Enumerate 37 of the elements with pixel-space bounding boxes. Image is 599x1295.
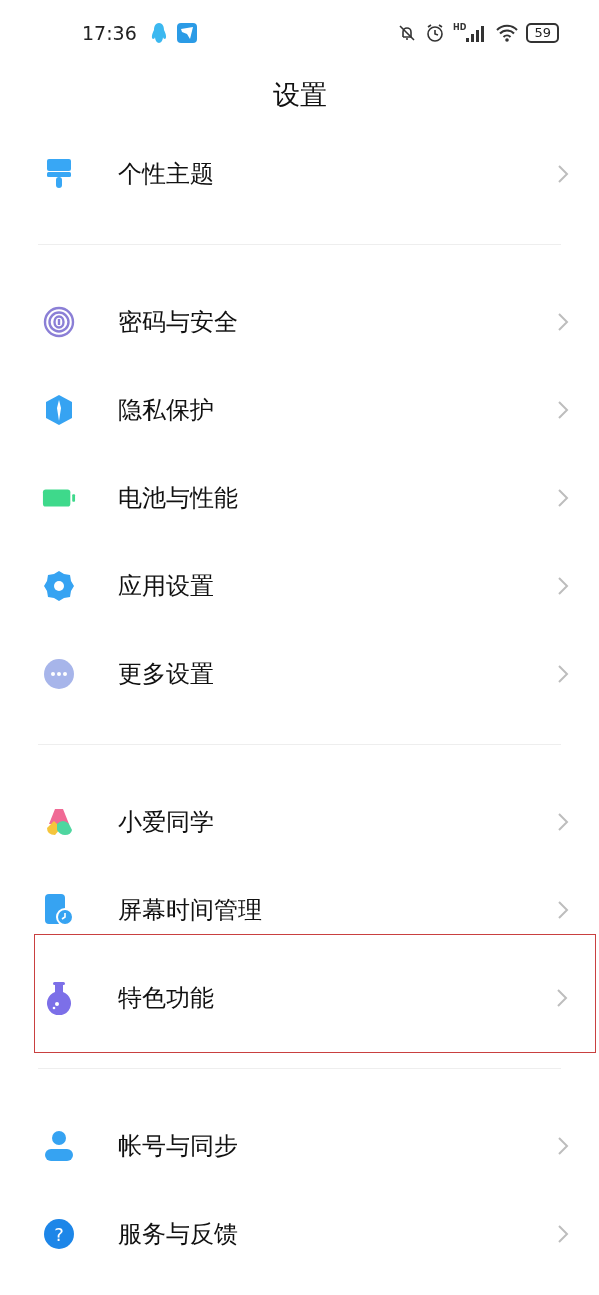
settings-item[interactable]: 密码与安全 [0,278,599,366]
settings-item[interactable]: 帐号与同步 [0,1102,599,1190]
chevron-icon [557,1136,569,1156]
chevron-icon [556,988,568,1008]
gear-icon [43,570,75,602]
battery-icon [42,487,76,509]
chevron-icon [557,812,569,832]
alarm-icon [425,23,446,43]
chevron-icon [557,400,569,420]
chevron-icon [557,664,569,684]
fingerprint-icon [43,306,75,338]
settings-item[interactable]: 特色功能 [34,934,596,1053]
settings-item[interactable]: ? 服务与反馈 [0,1190,599,1278]
settings-item[interactable]: 电池与性能 [0,454,599,542]
chevron-icon [557,1224,569,1244]
chevron-icon [557,312,569,332]
status-time: 17:36 [82,22,137,44]
app-icon [176,23,197,43]
page-title: 设置 [271,78,328,112]
settings-item[interactable]: 个性主题 [0,130,599,218]
person-icon [43,1130,75,1162]
help-icon: ? [44,1219,74,1249]
chevron-icon [557,576,569,596]
more-icon [43,658,75,690]
settings-item[interactable]: 更多设置 [0,630,599,718]
battery-indicator: 59 [526,23,559,43]
wifi-icon [496,24,519,42]
settings-item[interactable]: 隐私保护 [0,366,599,454]
settings-item[interactable]: 小爱同学 [0,778,599,866]
shield-icon [43,394,75,426]
phone-clock-icon [43,893,75,927]
chevron-icon [557,488,569,508]
brush-icon [45,158,73,190]
chevron-icon [557,900,569,920]
network-label: HD [453,22,467,32]
chevron-icon [557,164,569,184]
settings-item[interactable]: 应用设置 [0,542,599,630]
